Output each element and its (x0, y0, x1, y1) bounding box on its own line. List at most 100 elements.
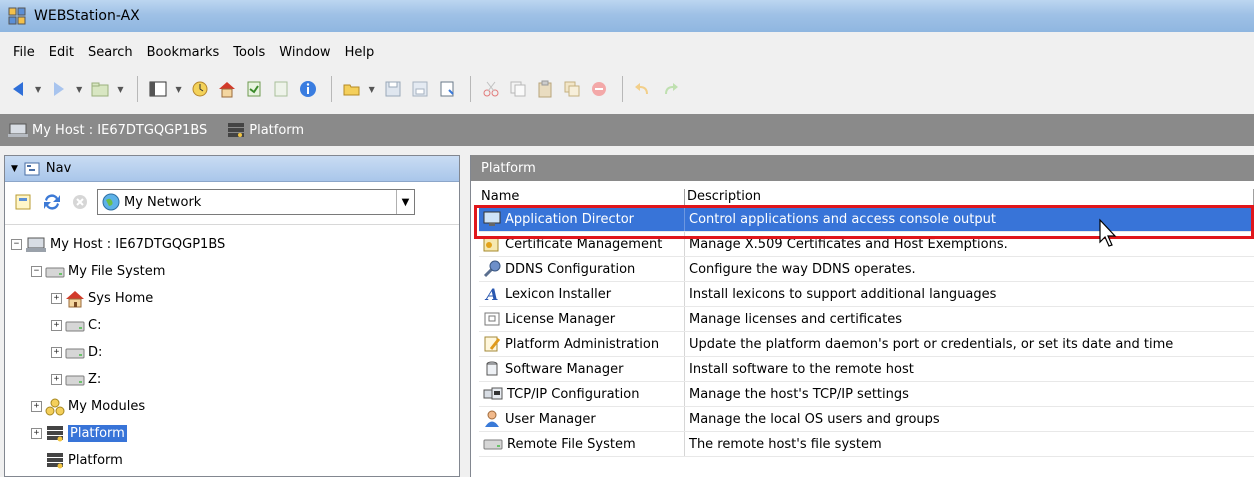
name-cell: Certificate Management (479, 232, 685, 256)
save-bog-button[interactable] (408, 75, 432, 103)
menu-help[interactable]: Help (338, 45, 382, 60)
certificate-icon (483, 236, 499, 252)
delete-button[interactable] (587, 75, 611, 103)
menu-bookmarks[interactable]: Bookmarks (140, 45, 227, 60)
row-icon (479, 335, 505, 353)
tree-node[interactable]: − My Host : IE67DTGQGP1BS (5, 231, 459, 258)
spy-button[interactable] (242, 75, 266, 103)
tree-node[interactable]: + Sys Home (5, 285, 459, 312)
open-dropdown-icon[interactable]: ▼ (369, 85, 375, 94)
locator-platform[interactable]: Platform (227, 122, 304, 138)
row-icon (479, 310, 505, 328)
expand-icon[interactable]: + (31, 428, 42, 439)
cut-icon (483, 81, 499, 97)
lexicon-icon: A (484, 285, 498, 303)
forward-arrow-icon (54, 82, 65, 96)
redo-icon (664, 83, 678, 94)
name-cell: Platform Administration (479, 332, 685, 356)
drive-icon (65, 375, 85, 385)
close-circle-icon[interactable] (71, 193, 89, 211)
tree-node-label: C: (88, 318, 102, 333)
menu-file[interactable]: File (6, 45, 42, 60)
row-icon (479, 360, 505, 378)
menu-tools[interactable]: Tools (226, 45, 272, 60)
refresh-history-button[interactable] (188, 75, 212, 103)
expand-icon[interactable]: + (51, 374, 62, 385)
table-row[interactable]: Software Manager Install software to the … (479, 357, 1254, 382)
table-row[interactable]: TCP/IP Configuration Manage the host's TC… (479, 382, 1254, 407)
home-button[interactable] (215, 75, 239, 103)
paste-button[interactable] (533, 75, 557, 103)
expand-icon[interactable]: + (31, 401, 42, 412)
up-dropdown-icon[interactable]: ▼ (117, 85, 123, 94)
tree-node[interactable]: + D: (5, 339, 459, 366)
back-dropdown-icon[interactable]: ▼ (35, 85, 41, 94)
expand-icon[interactable]: + (51, 320, 62, 331)
nav-tree: − My Host : IE67DTGQGP1BS − My File System +… (5, 231, 459, 474)
info-button[interactable] (296, 75, 320, 103)
modules-icon (45, 398, 65, 415)
tree-node[interactable]: + C: (5, 312, 459, 339)
locator-platform-label: Platform (249, 122, 305, 138)
forward-button[interactable] (47, 75, 71, 103)
row-description: Control applications and access console … (689, 211, 996, 227)
menu-edit[interactable]: Edit (42, 45, 81, 60)
duplicate-button[interactable] (560, 75, 584, 103)
save-button[interactable] (381, 75, 405, 103)
row-icon (479, 260, 505, 278)
table-row[interactable]: DDNS Configuration Configure the way DDNS… (479, 257, 1254, 282)
tree-node-label: My Host : IE67DTGQGP1BS (50, 237, 226, 252)
collapse-icon[interactable]: − (31, 266, 42, 277)
collapse-arrow-icon[interactable]: ▼ (11, 164, 18, 174)
tree-node-icon (65, 319, 88, 333)
svg-text:A: A (484, 285, 498, 303)
table-row[interactable]: User Manager Manage the local OS users an… (479, 407, 1254, 432)
back-button[interactable] (6, 75, 30, 103)
refresh-icon[interactable] (41, 192, 63, 212)
cut-button[interactable] (479, 75, 503, 103)
expand-icon[interactable]: + (51, 347, 62, 358)
column-header-description[interactable]: Description (685, 189, 1254, 207)
redo-button[interactable] (658, 75, 682, 103)
combo-dropdown-icon[interactable]: ▼ (396, 190, 414, 214)
table-row[interactable]: Remote File System The remote host's file… (479, 432, 1254, 457)
table-row[interactable]: Application Director Control applications… (479, 207, 1254, 232)
table-row[interactable]: Platform Administration Update the platfo… (479, 332, 1254, 357)
toolbar: ▼ ▼ ▼ ▼ ▼ (0, 70, 1254, 108)
tree-node[interactable]: + Platform (5, 420, 459, 447)
nav-tree-button-icon[interactable] (13, 192, 33, 212)
table-rows: Application Director Control applications… (479, 207, 1254, 457)
open-button[interactable] (340, 75, 364, 103)
new-page-button[interactable] (435, 75, 459, 103)
menu-window[interactable]: Window (272, 45, 337, 60)
collapse-icon[interactable]: − (11, 239, 22, 250)
tree-node[interactable]: + Z: (5, 366, 459, 393)
row-icon (479, 211, 505, 227)
network-combo[interactable]: My Network ▼ (97, 189, 415, 215)
expand-icon[interactable]: + (51, 293, 62, 304)
side-bar-button[interactable] (146, 75, 170, 103)
row-description: Manage the local OS users and groups (689, 411, 940, 427)
undo-button[interactable] (631, 75, 655, 103)
tree-node[interactable]: Platform (5, 447, 459, 474)
table-row[interactable]: A Lexicon Installer Install lexicons to su… (479, 282, 1254, 307)
toolbar-separator (137, 76, 139, 102)
user-icon (485, 410, 499, 427)
menu-search[interactable]: Search (81, 45, 140, 60)
forward-dropdown-icon[interactable]: ▼ (76, 85, 82, 94)
disabled-action-button[interactable] (269, 75, 293, 103)
history-icon (192, 81, 208, 97)
table-row[interactable]: Certificate Management Manage X.509 Certi… (479, 232, 1254, 257)
name-cell: DDNS Configuration (479, 257, 685, 281)
tree-node[interactable]: + My Modules (5, 393, 459, 420)
row-icon: A (479, 285, 505, 303)
side-bar-dropdown-icon[interactable]: ▼ (175, 85, 181, 94)
tree-node[interactable]: − My File System (5, 258, 459, 285)
host-icon (8, 123, 28, 137)
up-level-button[interactable] (88, 75, 112, 103)
copy-button[interactable] (506, 75, 530, 103)
locator-host[interactable]: My Host : IE67DTGQGP1BS (8, 122, 207, 138)
nav-header[interactable]: ▼ Nav (5, 156, 459, 182)
column-header-name[interactable]: Name (479, 189, 685, 207)
table-row[interactable]: License Manager Manage licenses and certi… (479, 307, 1254, 332)
